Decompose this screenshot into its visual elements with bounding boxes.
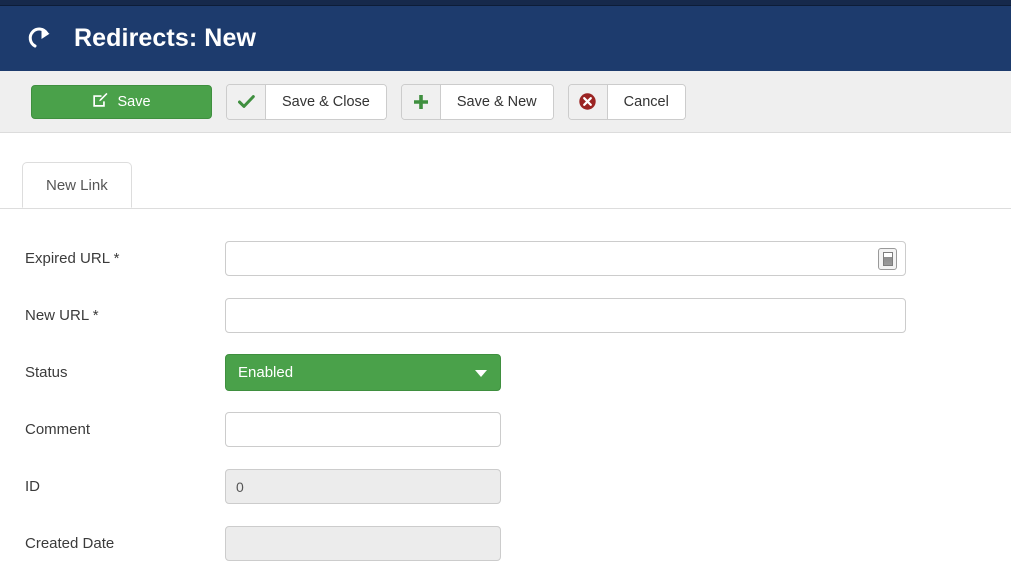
save-and-new-label: Save & New: [440, 84, 553, 119]
status-select-value: Enabled: [238, 364, 294, 381]
created-date-field-wrap: [225, 526, 501, 561]
cancel-circle-icon: [568, 84, 608, 119]
form-row-status: Status Enabled: [0, 344, 1011, 401]
cancel-button[interactable]: Cancel: [567, 83, 686, 120]
redirects-new-page: Redirects: New Save Save & Close Save & …: [0, 0, 1011, 577]
id-field-wrap: [225, 469, 501, 504]
expired-url-field-wrap: [225, 241, 906, 276]
autofill-badge-icon[interactable]: [878, 247, 897, 270]
save-and-close-button[interactable]: Save & Close: [226, 83, 387, 120]
comment-label: Comment: [25, 421, 91, 438]
save-button[interactable]: Save: [31, 84, 212, 119]
redirect-form: Expired URL * New URL * Status Enabled C…: [0, 209, 1011, 577]
form-row-comment: Comment: [0, 401, 1011, 458]
form-row-partial: [0, 572, 1011, 577]
chevron-down-icon: [475, 369, 487, 377]
tab-bar: New Link: [0, 162, 1011, 209]
status-select[interactable]: Enabled: [225, 354, 501, 391]
form-row-id: ID: [0, 458, 1011, 515]
comment-field-wrap: [225, 412, 501, 447]
page-title: Redirects: New: [74, 24, 257, 52]
created-date-input: [225, 526, 501, 561]
check-icon: [227, 84, 266, 119]
new-url-label: New URL *: [25, 307, 99, 324]
status-field-wrap: Enabled: [225, 354, 501, 391]
tab-new-link[interactable]: New Link: [22, 162, 132, 208]
comment-input[interactable]: [225, 412, 501, 447]
new-url-input[interactable]: [225, 298, 906, 333]
save-and-new-button[interactable]: Save & New: [400, 83, 554, 120]
id-input: [225, 469, 501, 504]
id-label: ID: [25, 478, 40, 495]
form-row-expired-url: Expired URL *: [0, 230, 1011, 287]
tab-divider: [0, 208, 1011, 209]
new-url-field-wrap: [225, 298, 906, 333]
form-row-created-date: Created Date: [0, 515, 1011, 572]
expired-url-input[interactable]: [225, 241, 906, 276]
action-toolbar: Save Save & Close Save & New Cancel: [0, 71, 1011, 133]
content-area: New Link Expired URL * New URL * Status …: [0, 133, 1011, 577]
cancel-label: Cancel: [607, 84, 685, 119]
plus-icon: [401, 84, 441, 119]
page-header: Redirects: New: [0, 6, 1011, 71]
edit-square-icon: [92, 92, 108, 112]
form-row-new-url: New URL *: [0, 287, 1011, 344]
save-button-label: Save: [117, 93, 151, 110]
expired-url-label: Expired URL *: [25, 250, 120, 267]
status-label: Status: [25, 364, 68, 381]
redirect-arrow-icon: [26, 22, 60, 56]
save-and-close-label: Save & Close: [266, 84, 386, 119]
tab-new-link-label: New Link: [46, 176, 108, 194]
created-date-label: Created Date: [25, 535, 115, 552]
